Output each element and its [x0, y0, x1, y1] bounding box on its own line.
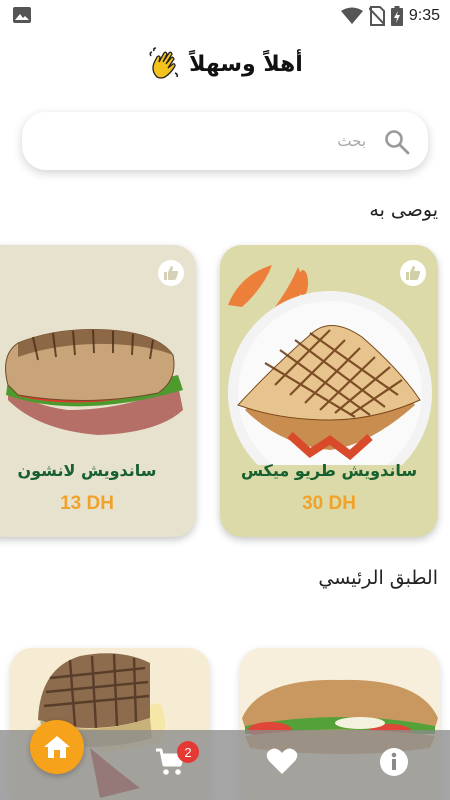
search-bar[interactable]	[22, 112, 428, 170]
like-button[interactable]	[158, 260, 184, 286]
search-icon[interactable]	[384, 129, 410, 155]
home-icon	[44, 736, 70, 758]
nav-home-button[interactable]	[30, 720, 84, 774]
status-bar: 9:35	[0, 0, 450, 32]
search-input[interactable]	[66, 126, 366, 156]
product-card-trio-mix[interactable]: ساندويش طريو ميكس 30 DH	[220, 245, 438, 537]
section-title-recommended: يوصى به	[369, 199, 438, 221]
image-icon	[13, 7, 31, 23]
product-price: 13 DH	[60, 493, 114, 514]
nav-info-button[interactable]	[378, 746, 410, 778]
thumbs-up-icon	[406, 266, 421, 280]
greeting-header: أهلاً وسهلاً	[0, 44, 450, 84]
thumbs-up-icon	[164, 266, 179, 280]
battery-charging-icon	[390, 6, 403, 26]
product-name: ساندويش لانشون	[17, 461, 157, 480]
heart-icon	[266, 748, 298, 774]
no-sim-icon	[368, 6, 385, 26]
nav-favorites-button[interactable]	[266, 746, 298, 776]
product-price: 30 DH	[302, 493, 356, 514]
wifi-icon	[340, 7, 363, 24]
product-card-luncheon[interactable]: ساندويش لانشون 13 DH	[0, 245, 196, 537]
product-name: ساندويش طريو ميكس	[240, 461, 418, 480]
greeting-title: أهلاً وسهلاً	[189, 51, 303, 77]
waving-hand-icon	[149, 47, 179, 79]
cart-count-badge: 2	[177, 741, 199, 763]
like-button[interactable]	[400, 260, 426, 286]
section-title-main-dish: الطبق الرئيسي	[318, 567, 438, 589]
info-icon	[380, 748, 408, 776]
clock: 9:35	[408, 7, 440, 24]
